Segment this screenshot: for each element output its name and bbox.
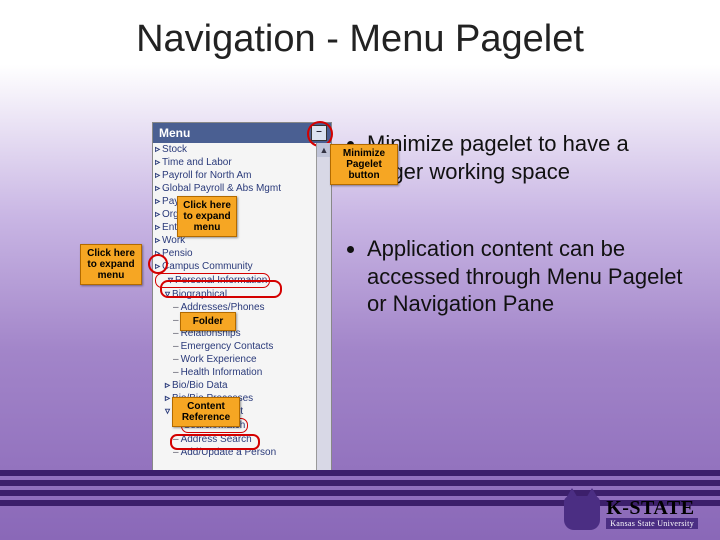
powercat-icon xyxy=(564,496,600,530)
highlight-circle-icon xyxy=(170,434,260,450)
callout-folder: Folder xyxy=(180,312,236,331)
scrollbar[interactable]: ▲ xyxy=(316,143,331,471)
kstate-logo: K-STATE Kansas State University xyxy=(564,496,698,530)
menu-item[interactable]: ▹Time and Labor xyxy=(155,156,315,169)
menu-item[interactable]: ▹Global Payroll & Abs Mgmt xyxy=(155,182,315,195)
highlight-circle-icon xyxy=(160,280,282,298)
menu-header: Menu – xyxy=(153,123,331,143)
menu-header-label: Menu xyxy=(159,126,190,140)
menu-screenshot: Menu – ▲ ▹Stock ▹Time and Labor ▹Payroll… xyxy=(82,122,332,482)
callout-content-reference: Content Reference xyxy=(172,397,240,427)
slide-title: Navigation - Menu Pagelet xyxy=(0,18,720,61)
menu-item[interactable]: ▹Bio/Bio Data xyxy=(155,379,315,392)
bullet-item: Minimize pagelet to have a larger workin… xyxy=(367,130,690,185)
menu-subitem[interactable]: –Emergency Contacts xyxy=(155,340,315,353)
menu-item[interactable]: ▹Stock xyxy=(155,143,315,156)
menu-item[interactable]: ▹Pensio xyxy=(155,247,315,260)
menu-subitem[interactable]: –Work Experience xyxy=(155,353,315,366)
menu-subitem[interactable]: –Health Information xyxy=(155,366,315,379)
callout-minimize-button: Minimize Pagelet button xyxy=(330,144,398,185)
callout-expand-menu: Click here to expand menu xyxy=(177,196,237,237)
scroll-up-icon[interactable]: ▲ xyxy=(317,143,331,157)
slide: Navigation - Menu Pagelet Minimize pagel… xyxy=(0,0,720,540)
logo-subtext: Kansas State University xyxy=(606,518,698,529)
bullet-item: Application content can be accessed thro… xyxy=(367,235,690,318)
logo-text: K-STATE xyxy=(606,497,694,519)
menu-item[interactable]: ▹Payroll for North Am xyxy=(155,169,315,182)
callout-expand-menu: Click here to expand menu xyxy=(80,244,142,285)
menu-item[interactable]: ▹Campus Community xyxy=(155,260,315,273)
highlight-circle-icon xyxy=(148,254,168,274)
